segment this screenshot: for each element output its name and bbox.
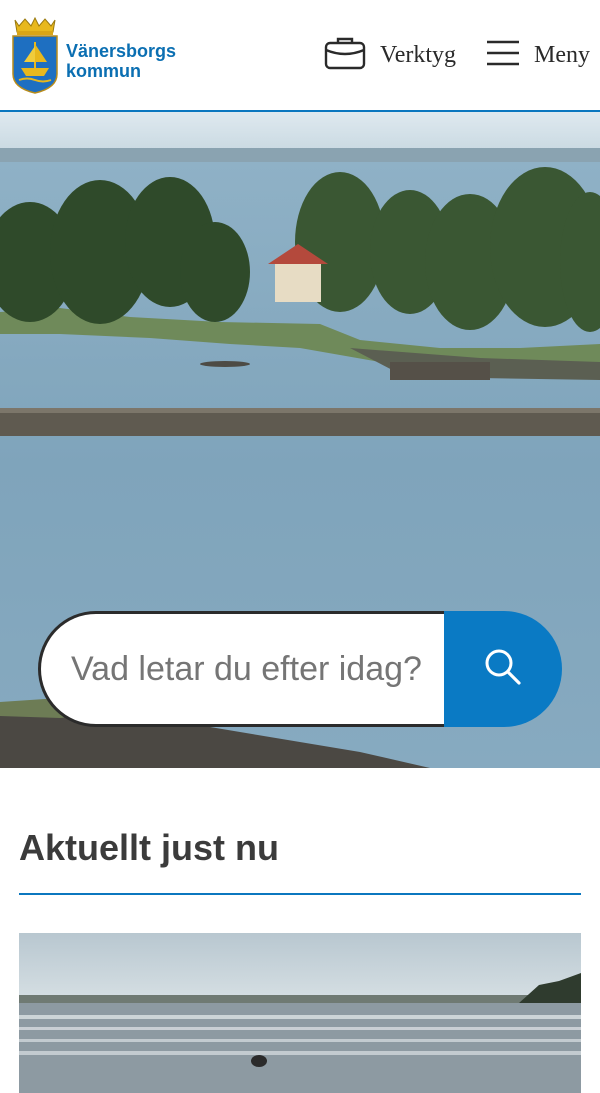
brand-name-line2: kommun: [66, 61, 142, 81]
search-icon: [483, 647, 523, 692]
menu-button[interactable]: Meny: [486, 39, 590, 72]
hamburger-menu-icon: [486, 39, 520, 72]
header-nav: Verktyg Meny: [324, 34, 590, 76]
site-header: Vänersborgs kommun Verktyg Meny: [0, 0, 600, 112]
section-title: Aktuellt just nu: [19, 827, 279, 868]
hero-banner: [0, 112, 600, 768]
brand-name-line1: Vänersborgs: [66, 41, 177, 61]
site-brand[interactable]: Vänersborgs kommun: [66, 41, 176, 81]
coat-of-arms-icon[interactable]: [9, 16, 61, 94]
search-button[interactable]: [444, 611, 562, 727]
search-bar: [38, 611, 562, 731]
search-field-container[interactable]: [38, 611, 450, 727]
tools-button[interactable]: Verktyg: [324, 36, 456, 75]
current-news-section: Aktuellt just nu: [0, 768, 600, 1093]
section-divider: [19, 893, 581, 895]
tools-label: Verktyg: [380, 41, 456, 68]
briefcase-icon: [324, 36, 366, 75]
news-item-image[interactable]: [19, 933, 581, 1093]
menu-label: Meny: [534, 41, 590, 68]
search-input[interactable]: [41, 648, 450, 690]
